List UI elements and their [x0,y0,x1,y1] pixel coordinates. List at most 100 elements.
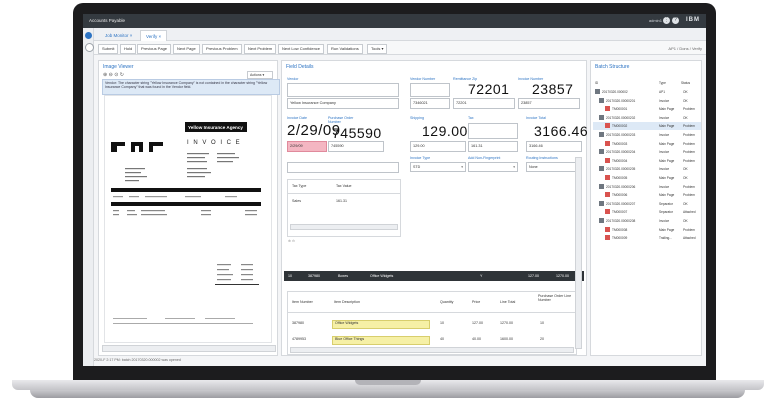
batch-type-cell: Trailing... [659,236,672,241]
po-number-image: 745590 [332,125,382,141]
invoice-date-field[interactable]: 2/29/09 [287,141,327,152]
validation-message: Vendor: The character string "Yellow Ins… [102,79,280,95]
batch-tree-row[interactable]: TM000008 Main Page Problem [593,226,701,234]
batch-tree-row[interactable]: 20170320.000002 AP1 OK [593,88,701,96]
batch-status-cell: Problem [683,227,695,232]
batch-status-cell: OK [683,98,688,103]
batch-type-cell: Main Page [659,141,675,146]
zoom-in-icon[interactable]: ⊕ [103,72,107,78]
vendor-field[interactable]: Yellow Insurance Company [287,98,399,109]
status-bar: 2020-F 2:17 PM: batch 20170320.000002 wa… [94,358,181,362]
next-page-button[interactable]: Next Page [173,44,200,54]
zoom-fit-icon[interactable]: ⊙ [114,72,118,78]
batch-tree-row[interactable]: TM000004 Main Page Problem [593,157,701,165]
batch-id-cell: TM000006 [612,193,628,198]
app-header: Accounts Payable admin1 ⋮ ? IBM [83,14,706,28]
home-icon[interactable] [85,32,92,39]
price-cell[interactable]: 127.00 [472,321,483,325]
batch-type-cell: Invoice [659,115,670,120]
document-icon [599,97,604,103]
batch-tree-row[interactable]: TM000005 Main Page OK [593,174,701,182]
tax-table: Tax Type Tax Value Sales 161.31 [287,179,401,237]
tax-table-scrollbar[interactable] [290,224,398,230]
tools-button[interactable]: Tools ▾ [367,44,388,54]
price-cell[interactable]: 40.00 [472,337,481,341]
line-total-cell[interactable]: 1270.00 [500,321,513,325]
run-validations-button[interactable]: Run Validations [327,44,363,54]
tax-value-cell[interactable]: 161.31 [336,199,347,203]
user-menu[interactable]: admin1 [649,18,662,23]
batch-tree-row[interactable]: TM000001 Main Page Problem [593,105,701,113]
batch-tree-row[interactable]: 20170320.00000202 Invoice OK [593,114,701,122]
horizontal-scrollbar[interactable] [102,345,276,352]
tax-detail-input[interactable] [287,162,399,173]
left-nav-rail [83,28,94,366]
tab-job-monitor[interactable]: Job Monitor × [100,30,137,41]
item-description-cell[interactable]: Office Widgets [335,321,358,325]
zoom-out-icon[interactable]: ⊖ [109,72,113,78]
laptop-base-lip [30,390,745,398]
hold-button[interactable]: Hold [120,44,137,54]
previous-page-button[interactable]: Previous Page [137,44,172,54]
field-details-scrollbar[interactable] [575,157,582,349]
batch-tree-row[interactable]: 20170320.00000208 Invoice OK [593,217,701,225]
next-low-confidence-button[interactable]: Next Low Confidence [278,44,325,54]
batch-tree-row[interactable]: TM000002 Main Page Problem [593,122,701,131]
invoice-number-image: 23857 [532,81,574,97]
batch-id-cell: TM000001 [612,107,628,112]
invoice-number-field[interactable]: 23857 [518,98,580,109]
next-problem-button[interactable]: Next Problem [244,44,277,54]
po-number-field[interactable]: 745590 [328,141,384,152]
document-icon [599,218,604,223]
table-row[interactable]: 4789953 [292,337,306,341]
batch-tree-row[interactable]: 20170320.00000205 Invoice OK [593,165,701,173]
previous-problem-button[interactable]: Previous Problem [202,44,242,54]
batch-tree-row[interactable]: TM000003 Main Page Problem [593,140,701,148]
batch-tree-row[interactable]: 20170320.00000207 Separator OK [593,200,701,208]
batch-structure-title: Batch Structure [595,64,630,70]
settings-icon[interactable] [85,43,94,52]
help-icon[interactable]: ? [672,17,679,24]
invoice-type-select[interactable]: STD ▾ [410,162,466,172]
item-description-cell[interactable]: Blue Office Things [335,337,364,341]
invoice-total-field[interactable]: 3166.46 [526,141,582,152]
batch-id-cell: TM000005 [612,176,628,180]
actions-dropdown[interactable]: Actions ▾ [247,71,273,79]
quantity-cell[interactable]: 40 [440,337,444,341]
breadcrumb: AP1 / Dons / Verify [668,46,702,51]
tax-type-cell[interactable]: Sales [292,199,301,203]
batch-tree-row[interactable]: 20170320.00000201 Invoice OK [593,97,701,105]
line-total-cell[interactable]: 1600.00 [500,337,513,341]
batch-type-cell: Main Page [659,176,675,180]
rotate-icon[interactable]: ↻ [120,72,124,78]
status-header: Status [681,81,691,85]
page-icon [605,209,610,215]
batch-type-cell: Separator [659,210,673,215]
submit-button[interactable]: Submit [98,44,119,54]
apps-icon[interactable]: ⋮ [663,17,670,24]
batch-tree-row[interactable]: TM000007 Separator Attached [593,208,701,216]
line-items-scrollbar[interactable] [290,347,574,353]
batch-tree-row[interactable]: TM000006 Main Page Problem [593,191,701,199]
invoice-image: Yellow Insurance Agency I N V O I C E [104,95,272,343]
add-row-icon[interactable]: ⊕ ⊖ [288,239,295,243]
tax-field[interactable]: 161.31 [468,141,518,152]
batch-status-cell: Problem [683,133,695,137]
batch-tree-row[interactable]: TM000009 Trailing... Attached [593,234,701,242]
routing-instructions-select[interactable]: None▾ [526,162,582,172]
table-row[interactable]: 387980 [292,321,304,325]
vendor-number-field[interactable]: 7346021 [410,98,450,109]
page-icon [605,123,610,129]
batch-tree-row[interactable]: 20170320.00000203 Invoice Problem [593,131,701,139]
batch-type-cell: Invoice [659,150,670,155]
image-viewer-panel: Image Viewer ⊕ ⊖ ⊙ ↻ Actions ▾ Vendor: T… [98,60,280,356]
po-line-cell[interactable]: 10 [540,321,544,325]
quantity-cell[interactable]: 10 [440,321,444,325]
batch-tree-row[interactable]: 20170320.00000206 Invoice Problem [593,183,701,191]
po-line-cell[interactable]: 20 [540,337,544,341]
remittance-zip-field[interactable]: 72201 [453,98,515,109]
tax-type-header: Tax Type [292,184,307,188]
shipping-field[interactable]: 129.00 [410,141,466,152]
batch-tree-row[interactable]: 20170320.00000204 Invoice Problem [593,148,701,156]
add-non-fingerprint-select[interactable]: ▾ [468,162,518,172]
